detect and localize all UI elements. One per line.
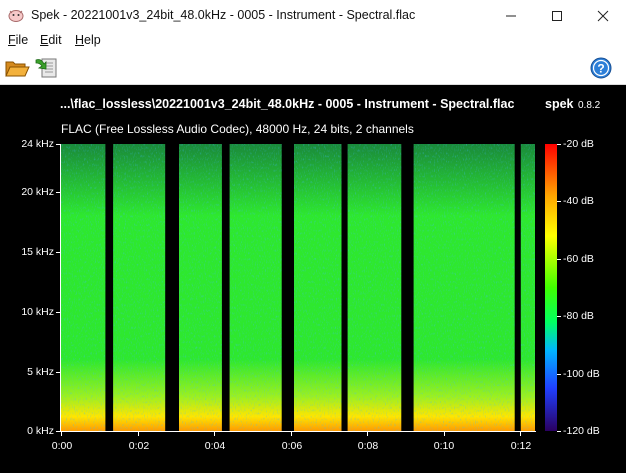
- spectrogram-viewer[interactable]: ...\flac_lossless\20221001v3_24bit_48.0k…: [0, 85, 626, 473]
- time-tick: [61, 432, 62, 436]
- freq-tick-label: 10 kHz: [21, 306, 54, 318]
- time-tick-label: 0:02: [128, 440, 150, 452]
- toolbar: ?: [0, 52, 626, 85]
- db-tick: [557, 201, 561, 202]
- silence-gap: [341, 144, 348, 431]
- close-icon: [597, 10, 609, 22]
- time-tick: [520, 432, 521, 436]
- silence-gap: [165, 144, 179, 431]
- spectrum-noise: [61, 144, 535, 431]
- db-tick-label: -120 dB: [563, 425, 600, 437]
- freq-tick: [56, 431, 60, 432]
- db-tick-label: -60 dB: [563, 253, 594, 265]
- db-tick: [557, 374, 561, 375]
- window-title: Spek - 20221001v3_24bit_48.0kHz - 0005 -…: [31, 8, 416, 22]
- freq-tick-label: 5 kHz: [27, 366, 54, 378]
- freq-tick-label: 0 kHz: [27, 425, 54, 437]
- db-tick-label: -40 dB: [563, 195, 594, 207]
- db-tick-label: -80 dB: [563, 310, 594, 322]
- menu-file[interactable]: File: [8, 33, 28, 47]
- y-axis-line: [60, 144, 61, 432]
- folder-open-icon: [5, 61, 30, 77]
- time-tick: [367, 432, 368, 436]
- freq-tick-label: 15 kHz: [21, 246, 54, 258]
- time-tick: [444, 432, 445, 436]
- silence-gap: [221, 144, 230, 431]
- time-tick-label: 0:00: [51, 440, 73, 452]
- db-tick: [557, 316, 561, 317]
- brand-name: spek: [545, 97, 574, 111]
- file-info: FLAC (Free Lossless Audio Codec), 48000 …: [61, 122, 414, 136]
- x-axis-line: [60, 431, 536, 432]
- help-circle-icon: ?: [590, 57, 612, 79]
- db-tick: [557, 431, 561, 432]
- svg-text:?: ?: [597, 62, 604, 76]
- freq-tick-label: 20 kHz: [21, 186, 54, 198]
- db-tick-label: -20 dB: [563, 138, 594, 150]
- db-tick: [557, 259, 561, 260]
- open-file-button[interactable]: [3, 54, 31, 82]
- menu-bar: File Edit Help: [0, 31, 626, 52]
- silence-gap: [401, 144, 414, 431]
- time-tick: [138, 432, 139, 436]
- time-tick: [214, 432, 215, 436]
- db-tick: [557, 144, 561, 145]
- db-tick-label: -100 dB: [563, 368, 600, 380]
- help-button[interactable]: ?: [587, 54, 615, 82]
- maximize-button[interactable]: [534, 0, 580, 31]
- freq-tick: [56, 372, 60, 373]
- brand-version: 0.8.2: [578, 100, 601, 111]
- time-tick-label: 0:04: [204, 440, 226, 452]
- menu-edit[interactable]: Edit: [40, 33, 62, 47]
- silence-gap: [105, 144, 114, 431]
- title-bar: Spek - 20221001v3_24bit_48.0kHz - 0005 -…: [0, 0, 626, 31]
- time-tick-label: 0:12: [510, 440, 532, 452]
- minimize-icon: [506, 15, 516, 17]
- time-tick-label: 0:08: [357, 440, 379, 452]
- save-button[interactable]: [33, 54, 61, 82]
- silence-gap: [514, 144, 521, 431]
- freq-tick: [56, 144, 60, 145]
- time-tick-label: 0:10: [433, 440, 455, 452]
- freq-tick: [56, 192, 60, 193]
- spectrogram-plot: [61, 144, 535, 431]
- save-arrow-icon: [35, 58, 57, 78]
- freq-tick: [56, 312, 60, 313]
- spek-app-icon: [8, 10, 24, 22]
- db-color-scale: [545, 144, 557, 431]
- close-button[interactable]: [580, 0, 626, 31]
- minimize-button[interactable]: [488, 0, 534, 31]
- time-tick-label: 0:06: [281, 440, 303, 452]
- db-gradient-bar: [545, 144, 557, 431]
- menu-help[interactable]: Help: [75, 33, 101, 47]
- time-tick: [291, 432, 292, 436]
- maximize-icon: [552, 11, 562, 21]
- silence-gap: [281, 144, 294, 431]
- freq-tick: [56, 252, 60, 253]
- freq-tick-label: 24 kHz: [21, 138, 54, 150]
- file-path: ...\flac_lossless\20221001v3_24bit_48.0k…: [60, 97, 515, 111]
